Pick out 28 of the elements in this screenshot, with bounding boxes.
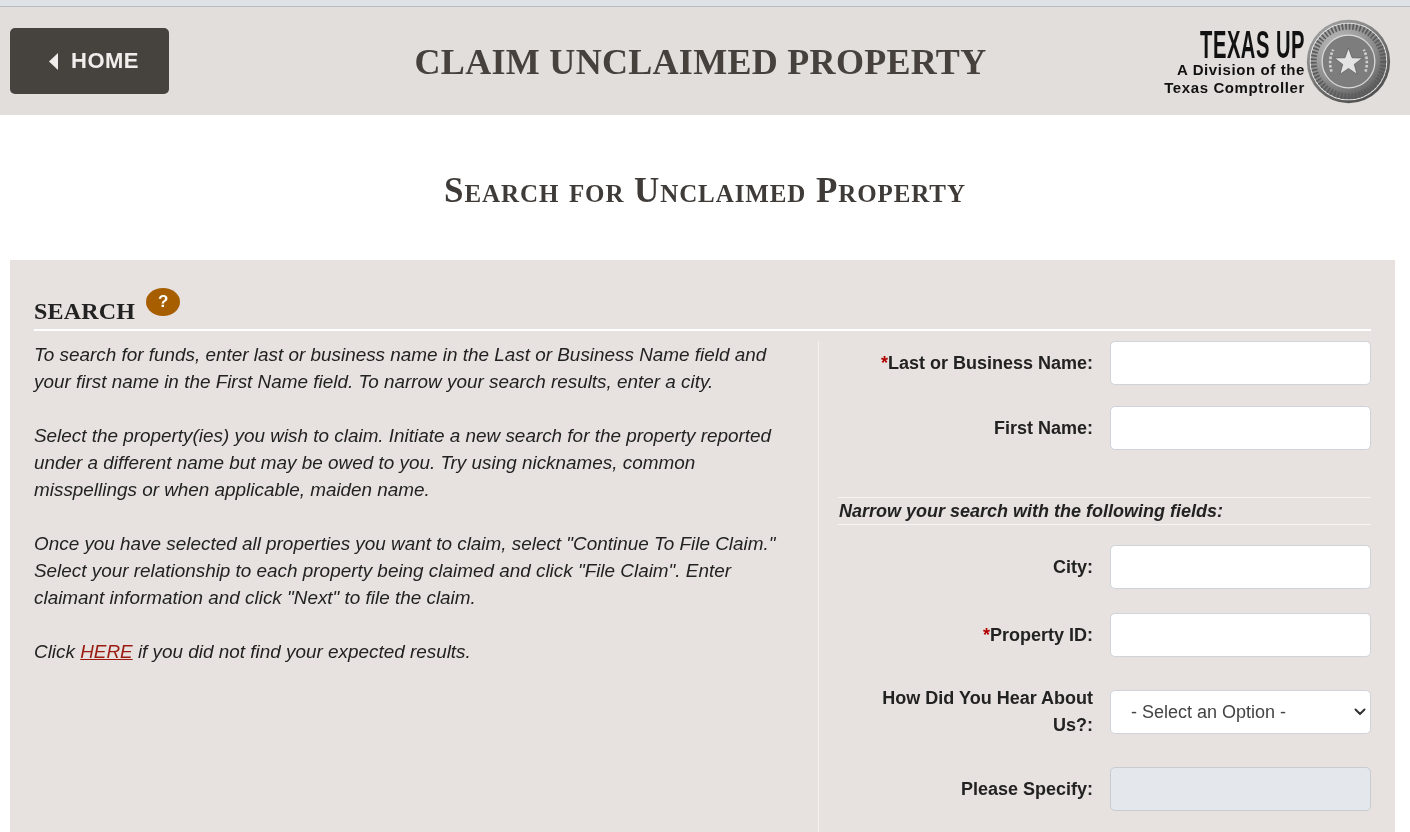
help-button[interactable]: ? — [146, 288, 181, 316]
field-label: *Property ID: — [982, 623, 1093, 647]
text-field[interactable] — [1110, 545, 1371, 589]
dropdown-select[interactable]: - Select an Option - — [1110, 690, 1371, 734]
chevron-down-icon — [1354, 708, 1366, 716]
instruction-text: Click HERE if you did not find your expected results. — [34, 640, 472, 664]
instruction-text: Select the property(ies) you wish to claim. Initiate a new search for the property reported under a different name but may be owed to you. Try using nicknames, common misspellings or when applicable, maiden name. — [34, 424, 773, 502]
home-button[interactable]: HOME — [10, 28, 169, 94]
field-label: Please Specify: — [960, 777, 1093, 801]
logo-tagline: Texas Comptroller — [1164, 79, 1305, 97]
field-label: City: — [1053, 555, 1093, 579]
text-field[interactable] — [1110, 341, 1371, 385]
field-label: *Last or Business Name: — [880, 351, 1093, 375]
instruction-text: Once you have selected all properties you want to claim, select "Continue To File Claim." Select your relationship to each property being claimed and click "File Claim". Enter claimant information and click "Next" to file the claim. — [34, 532, 777, 610]
page-header-title: CLAIM UNCLAIMED PROPERTY — [414, 41, 987, 83]
field-label: First Name: — [993, 416, 1093, 440]
narrow-search-note: Narrow your search with the following fields: — [838, 497, 1371, 525]
text-field[interactable] — [1110, 406, 1371, 450]
logo-wordmark: TEXAS UP — [1200, 29, 1305, 61]
section-heading: SEARCH — [34, 297, 136, 326]
field-label: How Did You Hear About Us?: — [881, 687, 1093, 737]
text-field[interactable] — [1110, 613, 1371, 657]
here-link[interactable]: HERE — [80, 641, 133, 662]
caret-left-icon — [49, 52, 58, 70]
logo-tagline: A Division of the — [1177, 61, 1305, 79]
instruction-text: To search for funds, enter last or business name in the Last or Business Name field and your first name in the First Name field. To narrow your search results, enter a city. — [34, 343, 768, 394]
page-title: Search for Unclaimed Property — [444, 170, 966, 211]
star-seal-icon — [1306, 18, 1391, 104]
